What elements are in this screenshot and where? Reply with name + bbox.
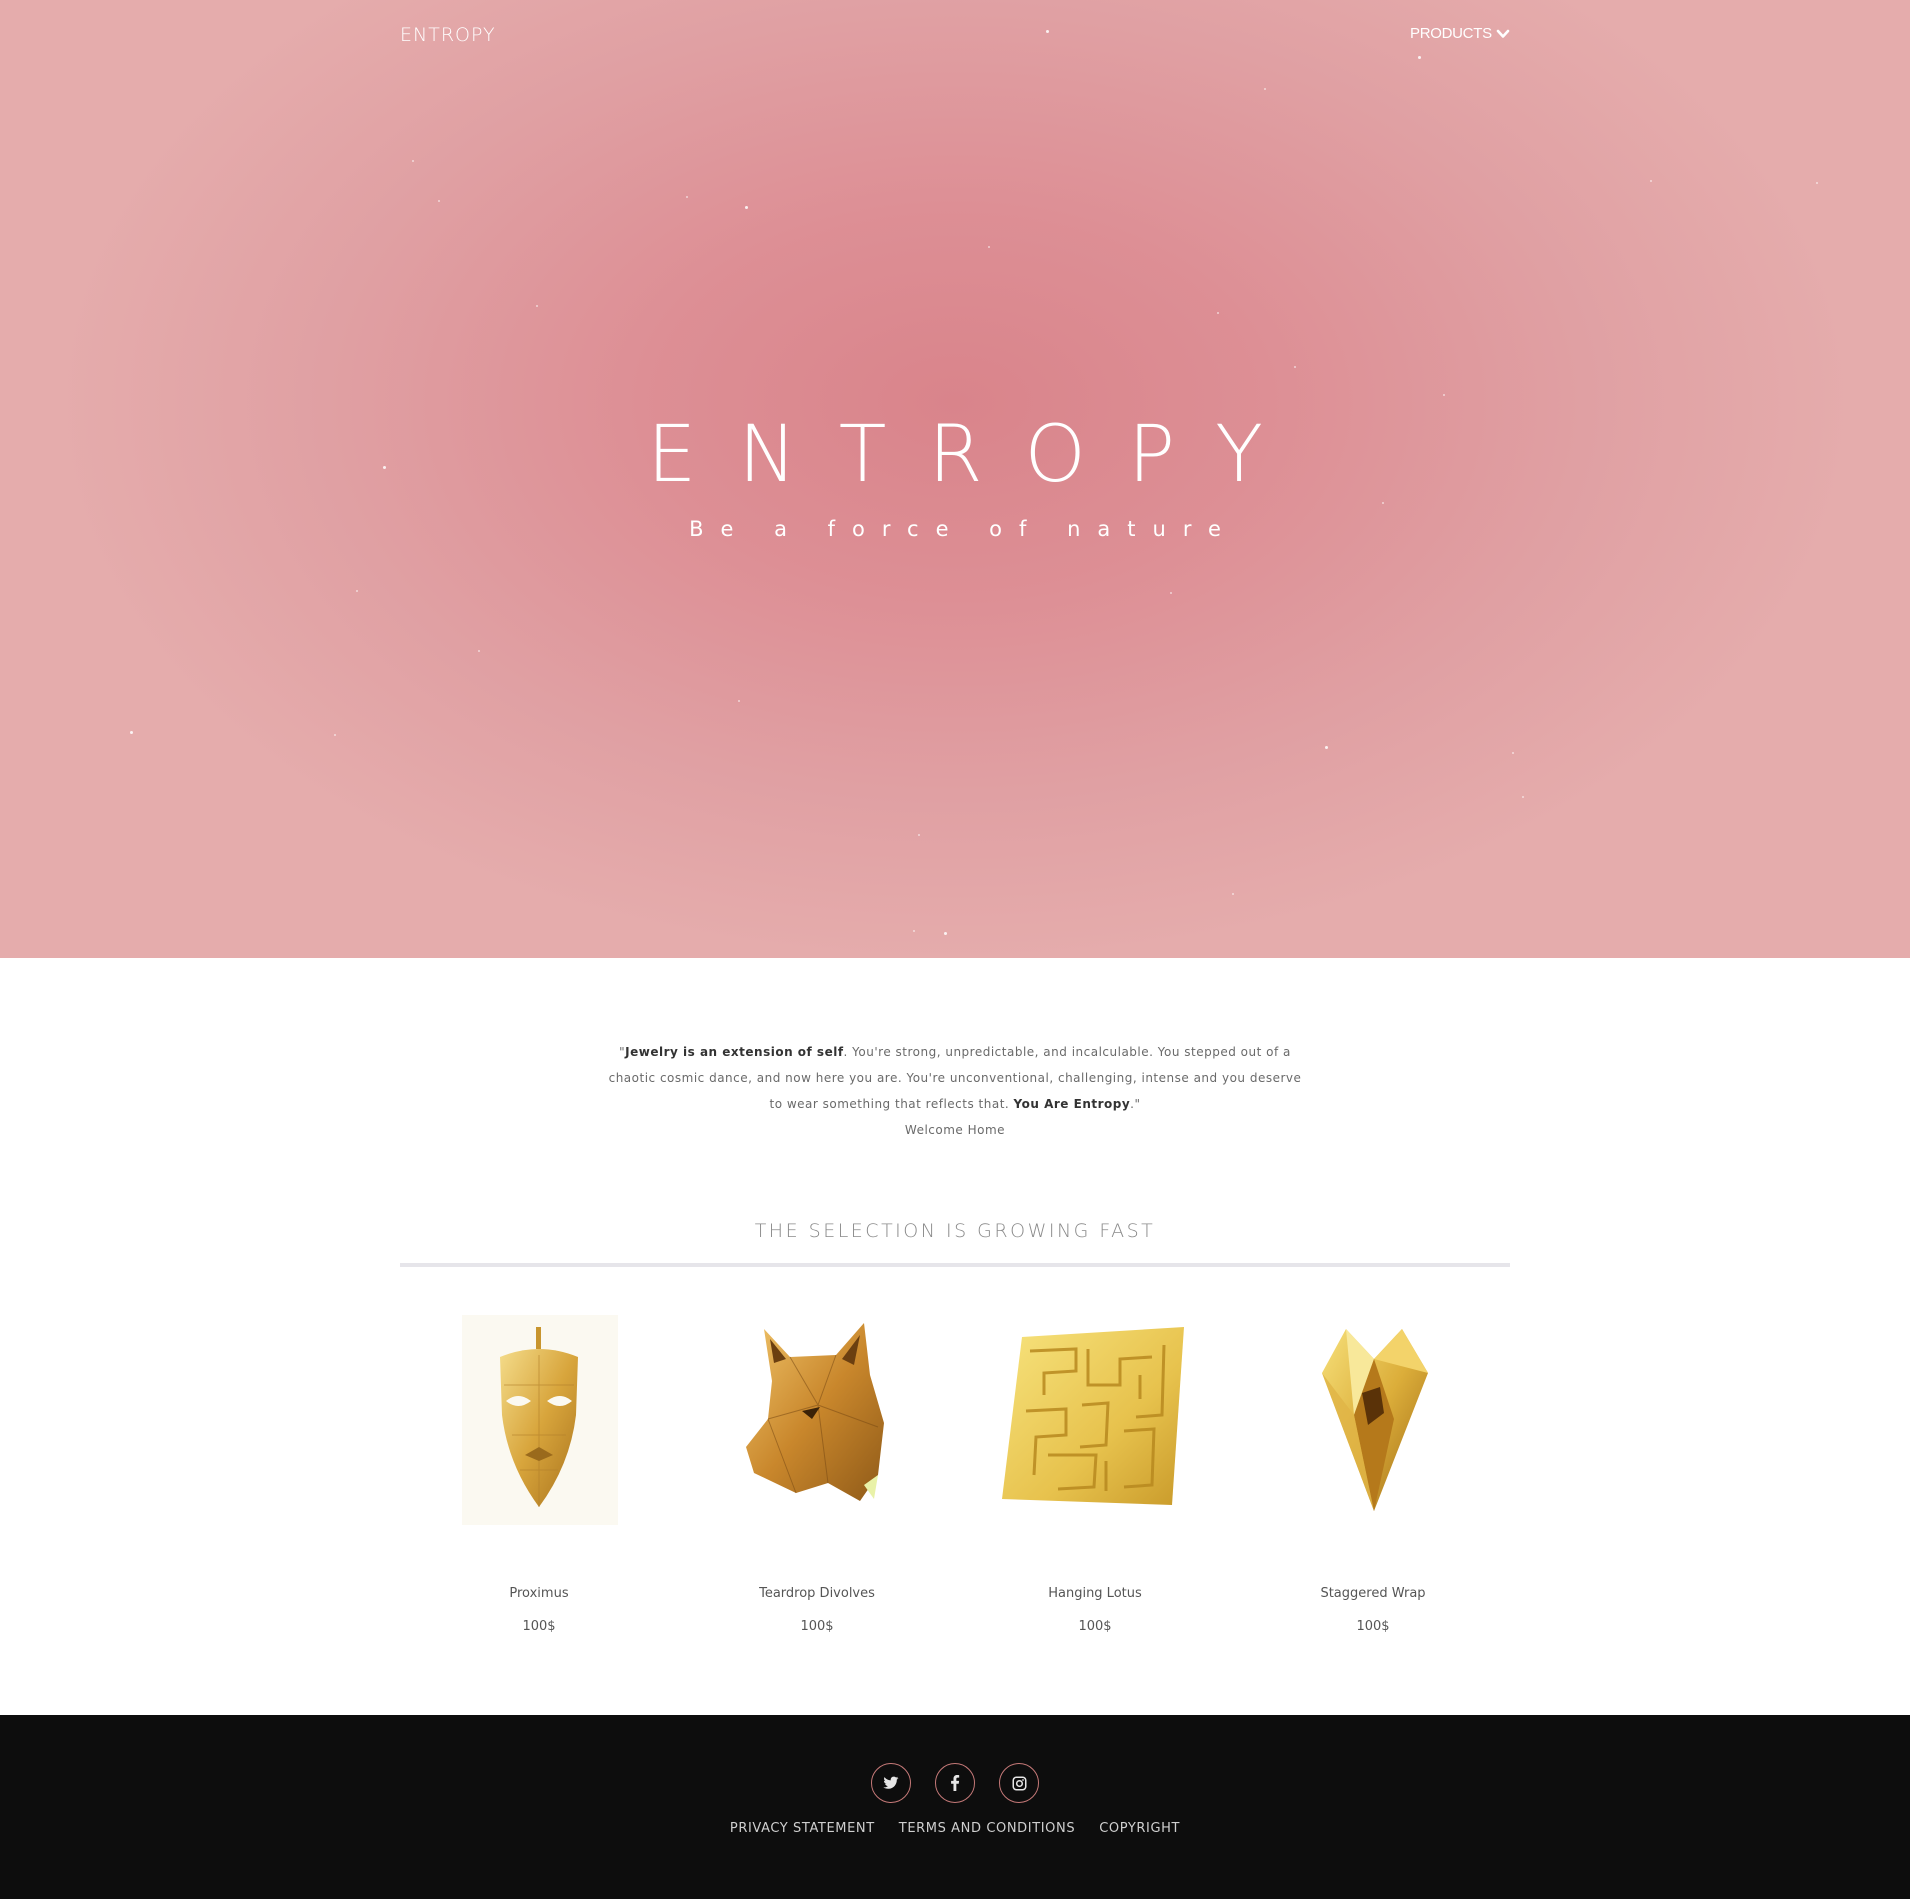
quote-close-mark: ." bbox=[1130, 1097, 1141, 1111]
sparkle bbox=[944, 932, 947, 935]
sparkle bbox=[686, 196, 688, 198]
sparkle bbox=[1294, 366, 1296, 368]
sparkle bbox=[478, 650, 480, 652]
sparkle bbox=[738, 700, 740, 702]
facebook-icon bbox=[951, 1775, 960, 1791]
sparkle bbox=[1418, 56, 1421, 59]
product-card-teardrop-divolves[interactable]: Teardrop Divolves 100$ bbox=[678, 1315, 956, 1634]
sparkle bbox=[412, 160, 414, 162]
twitter-icon bbox=[883, 1776, 899, 1789]
terms-and-conditions-link[interactable]: TERMS AND CONDITIONS bbox=[899, 1821, 1075, 1836]
sparkle bbox=[913, 930, 915, 932]
sparkle bbox=[1512, 752, 1514, 754]
sparkle bbox=[1325, 746, 1328, 749]
product-name: Hanging Lotus bbox=[1048, 1586, 1142, 1601]
hero-subtitle: Be a force of nature bbox=[689, 517, 1238, 541]
product-name: Teardrop Divolves bbox=[759, 1586, 875, 1601]
sparkle bbox=[1816, 182, 1818, 184]
section-divider bbox=[400, 1263, 1510, 1267]
brand-logo-link[interactable]: ENTROPY bbox=[400, 24, 496, 46]
product-price: 100$ bbox=[800, 1619, 834, 1634]
sparkle bbox=[1522, 796, 1524, 798]
product-price: 100$ bbox=[1356, 1619, 1390, 1634]
hero-banner: ENTROPY PRODUCTS ENTROPY Be a force of n… bbox=[0, 0, 1910, 958]
sparkle bbox=[438, 200, 440, 202]
welcome-text: Welcome Home bbox=[904, 1123, 1006, 1137]
sparkle bbox=[356, 590, 358, 592]
product-card-proximus[interactable]: Proximus 100$ bbox=[400, 1315, 678, 1634]
products-dropdown[interactable]: PRODUCTS bbox=[1410, 25, 1510, 42]
sparkle bbox=[1264, 88, 1266, 90]
copyright-link[interactable]: COPYRIGHT bbox=[1099, 1821, 1180, 1836]
footer: PRIVACY STATEMENT TERMS AND CONDITIONS C… bbox=[0, 1715, 1910, 1899]
sparkle bbox=[536, 305, 538, 307]
gold-geometric-heart-pendant-icon bbox=[1322, 1329, 1428, 1511]
gold-mask-pendant-icon bbox=[462, 1315, 618, 1525]
sparkle bbox=[918, 834, 920, 836]
footer-links: PRIVACY STATEMENT TERMS AND CONDITIONS C… bbox=[0, 1821, 1910, 1836]
sparkle bbox=[1443, 394, 1445, 396]
gold-wolf-head-pendant-icon bbox=[746, 1323, 884, 1501]
quote-bold-lead: Jewelry is an extension of self bbox=[625, 1045, 844, 1059]
brand-quote: "Jewelry is an extension of self. You're… bbox=[600, 1039, 1310, 1143]
twitter-button[interactable] bbox=[871, 1763, 911, 1803]
sparkle bbox=[1232, 893, 1234, 895]
product-price: 100$ bbox=[522, 1619, 556, 1634]
privacy-statement-link[interactable]: PRIVACY STATEMENT bbox=[730, 1821, 875, 1836]
products-label: PRODUCTS bbox=[1410, 25, 1492, 42]
sparkle bbox=[1217, 312, 1219, 314]
section-title: THE SELECTION IS GROWING FAST bbox=[754, 1220, 1156, 1242]
product-price: 100$ bbox=[1078, 1619, 1112, 1634]
sparkle bbox=[988, 246, 990, 248]
product-name: Staggered Wrap bbox=[1320, 1586, 1426, 1601]
sparkle bbox=[1650, 180, 1652, 182]
instagram-icon bbox=[1012, 1776, 1026, 1790]
gold-maze-pendant-icon bbox=[1002, 1327, 1184, 1505]
sparkle bbox=[130, 731, 133, 734]
quote-bold-tagline: You Are Entropy bbox=[1013, 1097, 1131, 1111]
product-card-hanging-lotus[interactable]: Hanging Lotus 100$ bbox=[956, 1315, 1234, 1634]
sparkle bbox=[745, 206, 748, 209]
facebook-button[interactable] bbox=[935, 1763, 975, 1803]
sparkle bbox=[1170, 592, 1172, 594]
sparkle bbox=[334, 734, 336, 736]
product-card-staggered-wrap[interactable]: Staggered Wrap 100$ bbox=[1234, 1315, 1512, 1634]
chevron-down-icon bbox=[1496, 29, 1510, 38]
sparkle bbox=[1046, 30, 1049, 33]
product-name: Proximus bbox=[509, 1586, 569, 1601]
hero-title: ENTROPY bbox=[647, 410, 1305, 500]
instagram-button[interactable] bbox=[999, 1763, 1039, 1803]
